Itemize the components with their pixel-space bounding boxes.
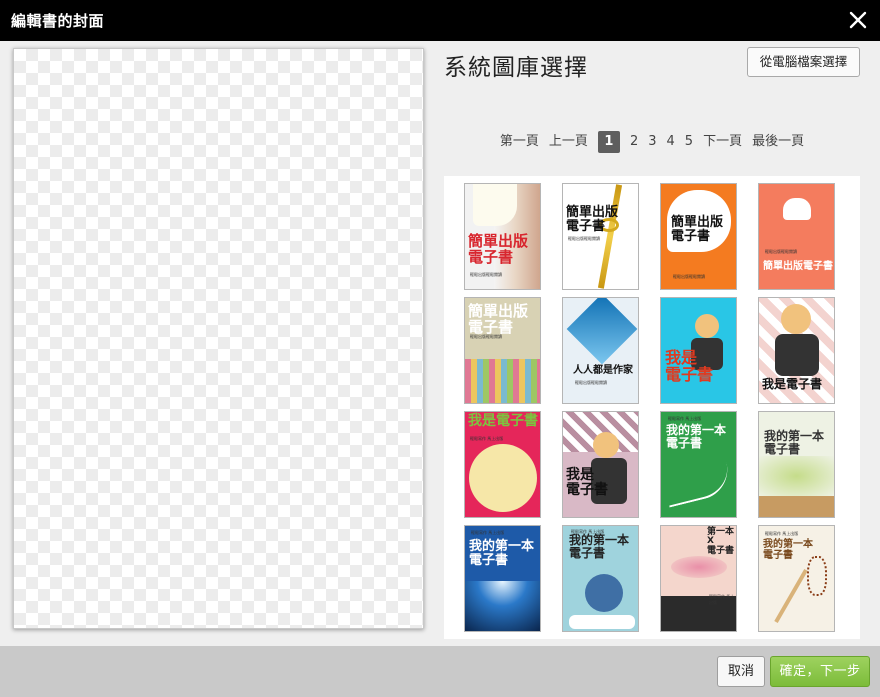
cover-subtitle: 輕鬆出版輕鬆閱讀	[568, 236, 600, 241]
cover-thumbnail[interactable]: 我是電子書	[758, 297, 835, 404]
cover-title: 簡單出版 電子書	[566, 205, 619, 234]
cover-thumbnail[interactable]: 我的第一本 電子書	[758, 411, 835, 518]
cover-title: 我的第一本 電子書	[666, 423, 727, 450]
cover-thumbnail[interactable]: 簡單出版 電子書輕鬆出版輕鬆閱讀	[562, 183, 639, 290]
cover-subtitle: 輕鬆出版輕鬆閱讀	[470, 334, 502, 339]
cover-gallery: 簡單出版 電子書 輕鬆出版輕鬆閱讀 簡單出版 電子書 輕鬆出版輕鬆閱讀 簡單出版 電子書…	[444, 176, 860, 639]
cover-title: 我的第一本 電子書	[764, 429, 825, 456]
cover-thumbnail[interactable]: 簡單出版 電子書輕鬆出版輕鬆閱讀	[464, 183, 541, 290]
cover-subtitle: 輕鬆出版輕鬆閱讀	[575, 380, 607, 385]
cover-thumbnail[interactable]: 簡單出版電子書 輕鬆出版輕鬆閱讀	[758, 183, 835, 290]
first-page-link[interactable]: 第一頁	[500, 131, 539, 153]
cover-subtitle: 輕鬆寫作 馬上出版	[668, 416, 702, 421]
cover-subtitle: 輕鬆寫作 馬上出版	[470, 436, 504, 441]
cancel-button[interactable]: 取消	[717, 656, 765, 687]
cover-title: 第一本 X 電子書	[707, 527, 735, 556]
cover-title: 人人都是作家	[573, 365, 633, 376]
cover-thumbnail[interactable]: 我是電子書輕鬆寫作 馬上出版	[464, 411, 541, 518]
cover-subtitle: 輕鬆寫作 馬上出版	[471, 530, 505, 535]
cover-thumbnail[interactable]: 我的第一本 電子書 輕鬆寫作 馬上出版	[660, 411, 737, 518]
cover-thumbnail[interactable]: 第一本 X 電子書輕鬆寫作 馬上出版	[660, 525, 737, 632]
cover-preview	[13, 48, 424, 629]
panel-title: 系統圖庫選擇	[444, 55, 588, 81]
confirm-next-button[interactable]: 確定，下一步	[770, 656, 870, 687]
prev-page-link[interactable]: 上一頁	[549, 131, 588, 153]
cover-thumbnail[interactable]: 我的第一本 電子書 輕鬆寫作 馬上出版	[758, 525, 835, 632]
cover-subtitle: 輕鬆寫作 馬上出版	[709, 594, 735, 605]
cover-thumbnail[interactable]: 我的第一本 電子書 輕鬆寫作 馬上出版	[464, 525, 541, 632]
pagination: 第一頁 上一頁 1 2 3 4 5 下一頁 最後一頁	[444, 131, 860, 153]
cover-subtitle: 輕鬆出版輕鬆閱讀	[673, 274, 705, 279]
cover-subtitle: 輕鬆出版輕鬆閱讀	[470, 272, 502, 277]
cover-thumbnail[interactable]: 我是 電子書	[562, 411, 639, 518]
cover-title: 我是 電子書	[665, 348, 714, 384]
cover-title: 我是電子書	[762, 377, 823, 391]
cover-thumbnail[interactable]: 人人都是作家輕鬆出版輕鬆閱讀	[562, 297, 639, 404]
cover-title: 我的第一本 電子書	[469, 539, 535, 568]
cover-subtitle: 輕鬆寫作 馬上出版	[765, 531, 799, 536]
page-4[interactable]: 4	[667, 131, 675, 153]
dialog-title: 編輯書的封面	[11, 12, 105, 30]
close-icon[interactable]	[846, 8, 870, 32]
cover-title: 我是電子書	[468, 413, 538, 429]
page-2[interactable]: 2	[630, 131, 638, 153]
upload-from-computer-button[interactable]: 從電腦檔案選擇	[747, 47, 860, 77]
cover-title: 我的第一本 電子書	[763, 539, 813, 561]
cover-subtitle: 輕鬆寫作 馬上出版	[571, 529, 605, 534]
last-page-link[interactable]: 最後一頁	[752, 131, 804, 153]
cover-thumbnail[interactable]: 我是 電子書	[660, 297, 737, 404]
next-page-link[interactable]: 下一頁	[703, 131, 742, 153]
cover-title: 簡單出版電子書	[763, 261, 833, 272]
cover-title: 我的第一本 電子書	[569, 533, 630, 560]
cover-thumbnail[interactable]: 我的第一本 電子書 輕鬆寫作 馬上出版	[562, 525, 639, 632]
cover-title: 我是 電子書	[566, 467, 608, 498]
cover-thumbnail[interactable]: 簡單出版 電子書 輕鬆出版輕鬆閱讀	[464, 297, 541, 404]
dialog-footer: 取消 確定，下一步	[0, 646, 880, 697]
cover-subtitle: 輕鬆出版輕鬆閱讀	[765, 249, 797, 254]
page-3[interactable]: 3	[648, 131, 656, 153]
cover-title: 簡單出版 電子書	[468, 232, 529, 266]
cover-thumbnail[interactable]: 簡單出版 電子書輕鬆出版輕鬆閱讀	[660, 183, 737, 290]
dialog-titlebar: 編輯書的封面	[0, 0, 880, 41]
page-5[interactable]: 5	[685, 131, 693, 153]
cover-title: 簡單出版 電子書	[671, 215, 724, 244]
dialog-body: 系統圖庫選擇 從電腦檔案選擇 第一頁 上一頁 1 2 3 4 5 下一頁 最後一…	[0, 41, 880, 646]
page-1[interactable]: 1	[597, 131, 620, 153]
cover-title: 簡單出版 電子書	[468, 302, 529, 336]
